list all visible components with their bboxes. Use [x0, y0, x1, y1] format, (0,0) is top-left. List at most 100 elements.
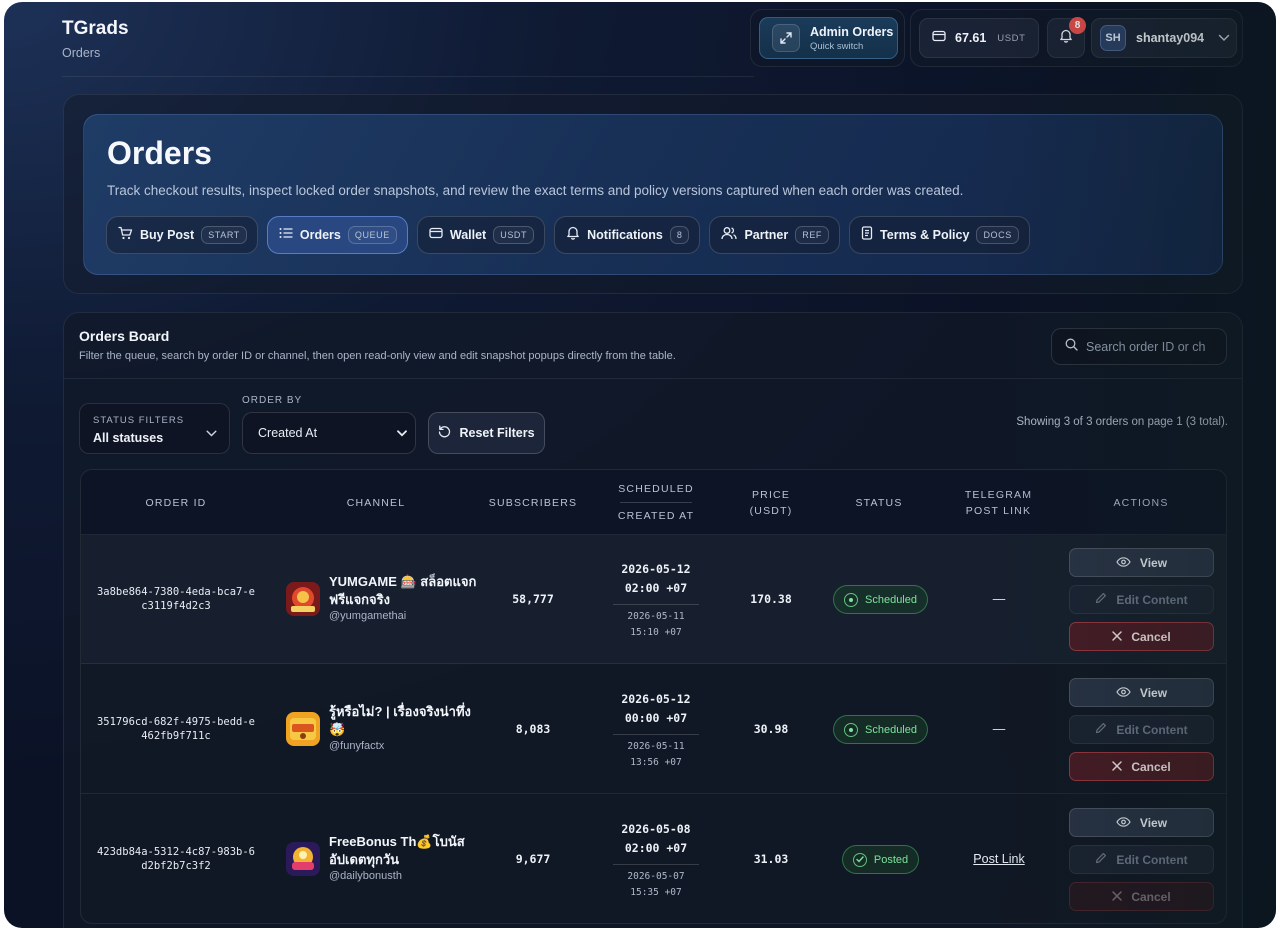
- order-id: 423db84a-5312-4c87-983b-6d2bf2b7c3f2: [96, 846, 256, 872]
- pencil-icon: [1095, 852, 1107, 867]
- bell-icon: [566, 225, 580, 245]
- post-link-empty: —: [992, 592, 1006, 606]
- col-scheduled-created: SCHEDULED CREATED AT: [606, 470, 706, 535]
- results-summary: Showing 3 of 3 orders on page 1 (3 total…: [1016, 416, 1228, 428]
- cancel-button[interactable]: Cancel: [1069, 752, 1214, 781]
- channel-handle: @dailybonusth: [329, 870, 402, 882]
- channel-avatar: [286, 712, 320, 746]
- col-telegram-line2: POST LINK: [965, 504, 1032, 517]
- edit-content-label: Edit Content: [1116, 852, 1188, 867]
- reset-filters-button[interactable]: Reset Filters: [428, 412, 545, 454]
- scheduled-time: 02:00 +07: [624, 581, 688, 595]
- nav-partner[interactable]: Partner REF: [709, 216, 841, 254]
- nav-notifications-label: Notifications: [587, 228, 663, 242]
- cancel-label: Cancel: [1131, 759, 1171, 774]
- view-button[interactable]: View: [1069, 678, 1214, 707]
- eye-icon: [1116, 556, 1131, 570]
- channel-avatar: [286, 842, 320, 876]
- col-subscribers: SUBSCRIBERS: [488, 496, 578, 509]
- status-label: Scheduled: [865, 593, 917, 606]
- status-label: Scheduled: [865, 723, 917, 736]
- view-label: View: [1139, 685, 1168, 700]
- board-title: Orders Board: [79, 328, 170, 344]
- order-id: 351796cd-682f-4975-bedd-e462fb9f711c: [96, 716, 256, 742]
- cancel-label: Cancel: [1131, 629, 1171, 644]
- cancel-button[interactable]: Cancel: [1069, 622, 1214, 651]
- created-time: 15:35 +07: [630, 887, 682, 898]
- edit-content-button[interactable]: Edit Content: [1069, 585, 1214, 614]
- subscriber-count: 8,083: [515, 722, 551, 736]
- status-filter-dropdown[interactable]: STATUS FILTERS All statuses: [79, 403, 230, 454]
- edit-content-button[interactable]: Edit Content: [1069, 845, 1214, 874]
- hero-card: Orders Track checkout results, inspect l…: [83, 114, 1223, 275]
- col-price-line2: (USDT): [749, 504, 793, 517]
- scheduled-date: 2026-05-12: [621, 692, 691, 706]
- avatar: SH: [1100, 25, 1126, 51]
- page-title: Orders: [107, 135, 212, 171]
- nav-orders[interactable]: Orders QUEUE: [266, 216, 408, 254]
- nav-buy-post-tag: START: [201, 226, 247, 244]
- order-dates: 2026-05-12 00:00 +07 2026-05-11 13:56 +0…: [606, 690, 706, 771]
- account-group: 67.61 USDT 8 SH shantay094: [910, 9, 1243, 67]
- order-by-value: Created At: [258, 426, 318, 440]
- post-link[interactable]: Post Link: [951, 852, 1047, 866]
- nav-wallet[interactable]: Wallet USDT: [416, 216, 546, 254]
- view-button[interactable]: View: [1069, 548, 1214, 577]
- view-label: View: [1139, 555, 1168, 570]
- search-box[interactable]: [1051, 328, 1227, 365]
- order-by-select[interactable]: Created At: [242, 412, 416, 454]
- status-label: Posted: [873, 853, 909, 866]
- wallet-balance-button[interactable]: 67.61 USDT: [919, 18, 1039, 58]
- order-id: 3a8be864-7380-4eda-bca7-ec3119f4d2c3: [96, 586, 256, 612]
- search-input[interactable]: [1086, 339, 1216, 354]
- chevron-down-icon: [397, 426, 407, 440]
- search-icon: [1065, 338, 1078, 356]
- admin-switch-group: Admin Orders Quick switch: [750, 9, 905, 67]
- order-price: 30.98: [753, 722, 789, 736]
- created-date: 2026-05-07: [627, 871, 685, 882]
- pencil-icon: [1095, 592, 1107, 607]
- orders-board: Orders Board Filter the queue, search by…: [63, 312, 1243, 928]
- user-menu-button[interactable]: SH shantay094: [1091, 18, 1237, 58]
- order-price: 31.03: [753, 852, 789, 866]
- scheduled-date: 2026-05-08: [621, 822, 691, 836]
- channel-handle: @funyfactx: [329, 740, 385, 752]
- admin-orders-subtitle: Quick switch: [810, 40, 864, 52]
- board-description: Filter the queue, search by order ID or …: [79, 350, 676, 362]
- col-telegram: TELEGRAM POST LINK: [941, 470, 1056, 535]
- nav-terms-policy-label: Terms & Policy: [880, 228, 970, 242]
- cancel-button[interactable]: Cancel: [1069, 882, 1214, 911]
- edit-content-label: Edit Content: [1116, 592, 1188, 607]
- subscriber-count: 9,677: [515, 852, 551, 866]
- nav-wallet-label: Wallet: [449, 228, 487, 242]
- nav-buy-post[interactable]: Buy Post START: [106, 216, 258, 254]
- date-separator: [613, 604, 699, 605]
- close-icon: [1112, 890, 1123, 904]
- channel-avatar: [286, 582, 320, 616]
- orders-table: ORDER ID CHANNEL SUBSCRIBERS SCHEDULED C…: [80, 469, 1227, 924]
- view-button[interactable]: View: [1069, 808, 1214, 837]
- order-by-label: ORDER BY: [242, 395, 303, 406]
- edit-content-label: Edit Content: [1116, 722, 1188, 737]
- created-date: 2026-05-11: [627, 611, 685, 622]
- nav-partner-tag: REF: [795, 226, 830, 244]
- nav-terms-policy[interactable]: Terms & Policy DOCS: [849, 216, 1030, 254]
- username: shantay094: [1136, 31, 1205, 45]
- close-icon: [1112, 630, 1123, 644]
- col-price-line1: PRICE: [751, 488, 791, 501]
- notifications-button[interactable]: 8: [1047, 17, 1086, 58]
- admin-orders-button[interactable]: Admin Orders Quick switch: [759, 17, 898, 59]
- document-icon: [861, 225, 873, 245]
- col-created-at: CREATED AT: [617, 510, 695, 522]
- nav-orders-label: Orders: [299, 228, 341, 242]
- channel-name: FreeBonus Th💰โบนัสอัปเดตทุกวัน: [329, 834, 465, 867]
- edit-content-button[interactable]: Edit Content: [1069, 715, 1214, 744]
- hero-section: Orders Track checkout results, inspect l…: [63, 94, 1243, 294]
- dot-icon: [844, 722, 858, 737]
- table-header: ORDER ID CHANNEL SUBSCRIBERS SCHEDULED C…: [81, 470, 1226, 535]
- reset-filters-label: Reset Filters: [459, 426, 535, 440]
- nav-orders-tag: QUEUE: [347, 226, 397, 244]
- nav-notifications[interactable]: Notifications 8: [554, 216, 701, 254]
- wallet-icon: [932, 29, 946, 47]
- chevron-down-icon: [206, 424, 217, 442]
